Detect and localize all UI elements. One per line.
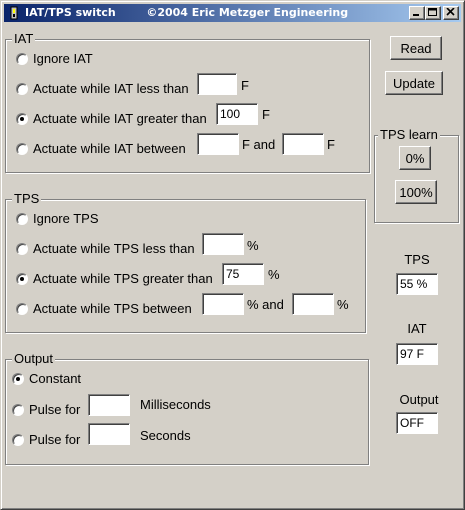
iat-less-than-unit: F (241, 78, 249, 93)
output-pulse-s-radio[interactable] (12, 434, 24, 446)
tps-ignore-label: Ignore TPS (33, 211, 99, 226)
tps-group: TPS Ignore TPS Actuate while TPS less th… (5, 191, 366, 333)
close-icon (446, 8, 455, 16)
tps-between-label: Actuate while TPS between (33, 301, 192, 316)
tps-between-low-unit: % and (247, 297, 284, 312)
tps-less-than-radio[interactable] (16, 243, 28, 255)
tps-readout-label: TPS (404, 252, 430, 267)
output-pulse-ms-label: Pulse for (29, 402, 81, 417)
read-button[interactable]: Read (390, 36, 442, 60)
iat-less-than-radio[interactable] (16, 83, 28, 95)
tps-greater-than-label: Actuate while TPS greater than (33, 271, 213, 286)
output-pulse-ms-radio[interactable] (12, 404, 24, 416)
tps-less-than-input[interactable] (202, 233, 244, 255)
iat-readout-label: IAT (407, 321, 427, 336)
iat-readout-value: 97 F (396, 343, 438, 365)
minimize-button[interactable] (409, 6, 425, 20)
iat-ignore-label: Ignore IAT (33, 51, 93, 66)
tps-greater-than-unit: % (268, 267, 280, 282)
maximize-button[interactable] (425, 6, 441, 20)
output-constant-label: Constant (29, 371, 82, 386)
iat-between-radio[interactable] (16, 143, 28, 155)
iat-ignore-radio[interactable] (16, 53, 28, 65)
iat-between-high-unit: F (327, 137, 335, 152)
iat-less-than-input[interactable] (197, 73, 237, 95)
tps-between-radio[interactable] (16, 303, 28, 315)
output-pulse-ms-unit: Milliseconds (140, 397, 211, 412)
output-readout-value: OFF (396, 412, 438, 434)
output-group: Output Constant Pulse for Milliseconds P… (5, 351, 369, 465)
iat-greater-than-unit: F (262, 107, 270, 122)
tps-greater-than-input[interactable]: 75 (222, 263, 264, 285)
maximize-icon (428, 8, 437, 16)
output-pulse-s-input[interactable] (88, 423, 130, 445)
tps-learn-100-button[interactable]: 100% (395, 180, 437, 204)
iat-between-high-input[interactable] (282, 133, 324, 155)
tps-less-than-unit: % (247, 238, 259, 253)
tps-learn-group: TPS learn 0% 100% (374, 127, 459, 223)
output-readout-label: Output (399, 392, 439, 407)
iat-less-than-label: Actuate while IAT less than (33, 81, 189, 96)
iat-group: IAT Ignore IAT Actuate while IAT less th… (5, 31, 370, 173)
tps-between-high-unit: % (337, 297, 349, 312)
tps-group-legend: TPS (12, 191, 42, 206)
tps-between-low-input[interactable] (202, 293, 244, 315)
iat-group-legend: IAT (12, 31, 36, 46)
output-pulse-s-label: Pulse for (29, 432, 81, 447)
iat-between-label: Actuate while IAT between (33, 141, 186, 156)
title-bar[interactable]: IAT/TPS switch ©2004 Eric Metzger Engine… (4, 4, 461, 22)
tps-ignore-radio[interactable] (16, 213, 28, 225)
iat-between-low-input[interactable] (197, 133, 239, 155)
tps-readout-value: 55 % (396, 273, 438, 295)
app-window: IAT/TPS switch ©2004 Eric Metzger Engine… (0, 0, 465, 510)
tps-between-high-input[interactable] (292, 293, 334, 315)
output-pulse-s-unit: Seconds (140, 428, 191, 443)
window-title: IAT/TPS switch ©2004 Eric Metzger Engine… (25, 6, 349, 19)
tps-greater-than-radio[interactable] (16, 273, 28, 285)
close-button[interactable] (443, 6, 459, 20)
iat-greater-than-input[interactable]: 100 (216, 103, 258, 125)
tps-learn-legend: TPS learn (378, 127, 440, 142)
iat-between-low-unit: F and (242, 137, 276, 152)
output-group-legend: Output (12, 351, 56, 366)
output-constant-radio[interactable] (12, 373, 24, 385)
iat-greater-than-radio[interactable] (16, 113, 28, 125)
update-button[interactable]: Update (385, 71, 443, 95)
app-icon (7, 6, 21, 20)
minimize-icon (413, 14, 419, 16)
output-pulse-ms-input[interactable] (88, 394, 130, 416)
iat-greater-than-label: Actuate while IAT greater than (33, 111, 207, 126)
tps-less-than-label: Actuate while TPS less than (33, 241, 195, 256)
tps-learn-0-button[interactable]: 0% (399, 146, 431, 170)
